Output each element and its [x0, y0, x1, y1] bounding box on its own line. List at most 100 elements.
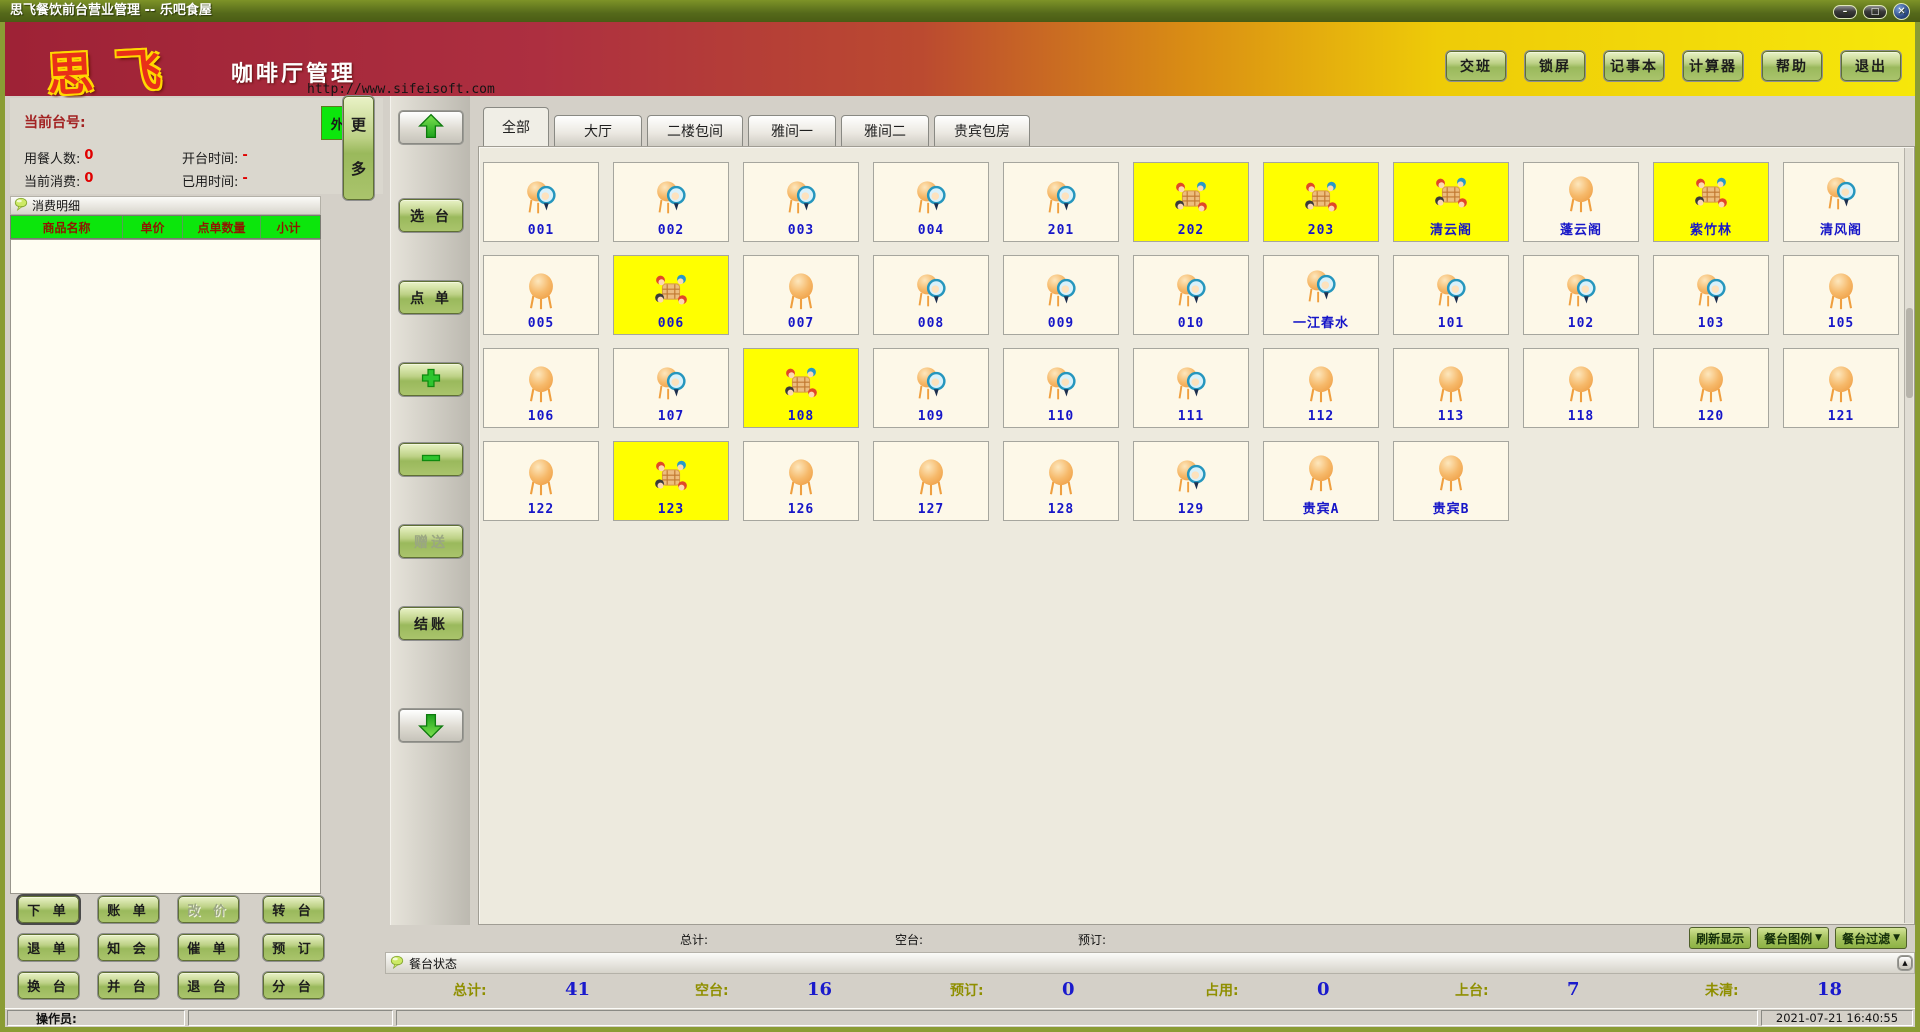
table-cell-24[interactable]: 108 — [743, 348, 859, 428]
table-legend-dropdown[interactable]: 餐台图例▼ — [1757, 927, 1829, 949]
table-cell-1[interactable]: 002 — [613, 162, 729, 242]
close-button[interactable]: ✕ — [1893, 3, 1910, 20]
change-price-button[interactable]: 改 价 — [178, 896, 239, 923]
tab-room-one[interactable]: 雅间一 — [748, 115, 836, 146]
table-cell-23[interactable]: 107 — [613, 348, 729, 428]
table-cell-21[interactable]: 105 — [1783, 255, 1899, 335]
table-cell-2[interactable]: 003 — [743, 162, 859, 242]
table-cell-40[interactable]: 贵宾B — [1393, 441, 1509, 521]
subtract-button[interactable] — [399, 443, 463, 476]
merge-table-button[interactable]: 并 台 — [98, 972, 159, 999]
tab-room-two[interactable]: 雅间二 — [841, 115, 929, 146]
table-filter-dropdown[interactable]: 餐台过滤▼ — [1835, 927, 1907, 949]
table-cell-label: 紫竹林 — [1690, 219, 1732, 238]
table-cell-label: 120 — [1698, 409, 1724, 424]
table-cell-27[interactable]: 111 — [1133, 348, 1249, 428]
table-cell-11[interactable]: 005 — [483, 255, 599, 335]
cancel-order-button[interactable]: 退 单 — [18, 934, 79, 961]
table-cell-28[interactable]: 112 — [1263, 348, 1379, 428]
table-cell-3[interactable]: 004 — [873, 162, 989, 242]
tab-vip-rooms[interactable]: 贵宾包房 — [934, 115, 1030, 146]
place-order-button[interactable]: 下 单 — [18, 896, 79, 923]
table-icon-uncleared — [650, 175, 692, 223]
tab-all[interactable]: 全部 — [483, 107, 549, 146]
table-icon-seated — [1300, 175, 1342, 223]
order-list-area[interactable] — [10, 239, 321, 894]
help-button[interactable]: 帮助 — [1762, 51, 1822, 81]
bill-button[interactable]: 账 单 — [98, 896, 159, 923]
refresh-display-button[interactable]: 刷新显示 — [1689, 927, 1751, 949]
scrollbar-thumb[interactable] — [1906, 308, 1913, 398]
table-cell-0[interactable]: 001 — [483, 162, 599, 242]
table-cell-19[interactable]: 102 — [1523, 255, 1639, 335]
table-cell-14[interactable]: 008 — [873, 255, 989, 335]
table-cell-20[interactable]: 103 — [1653, 255, 1769, 335]
scroll-down-button[interactable] — [399, 709, 463, 742]
maximize-button[interactable]: □ — [1863, 5, 1887, 19]
select-table-button[interactable]: 选 台 — [399, 199, 463, 232]
scroll-up-button[interactable] — [399, 111, 463, 144]
table-cell-label: 127 — [918, 502, 944, 517]
reserve-button[interactable]: 预 订 — [263, 934, 324, 961]
exit-button[interactable]: 退出 — [1841, 51, 1901, 81]
calculator-button[interactable]: 计算器 — [1683, 51, 1743, 81]
table-cell-30[interactable]: 118 — [1523, 348, 1639, 428]
tab-hall[interactable]: 大厅 — [554, 115, 642, 146]
split-table-button[interactable]: 分 台 — [263, 972, 324, 999]
order-dish-button[interactable]: 点 单 — [399, 281, 463, 314]
table-cell-35[interactable]: 126 — [743, 441, 859, 521]
switch-table-button[interactable]: 换 台 — [18, 972, 79, 999]
shift-change-button[interactable]: 交班 — [1446, 51, 1506, 81]
notepad-button[interactable]: 记事本 — [1604, 51, 1664, 81]
table-cell-36[interactable]: 127 — [873, 441, 989, 521]
table-cell-label: 203 — [1308, 223, 1334, 238]
table-cell-39[interactable]: 贵宾A — [1263, 441, 1379, 521]
tab-second-floor-rooms[interactable]: 二楼包间 — [647, 115, 743, 146]
gift-button[interactable]: 赠送 — [399, 525, 463, 558]
table-cell-34[interactable]: 123 — [613, 441, 729, 521]
table-icon-free — [520, 268, 562, 316]
table-cell-17[interactable]: 一江春水 — [1263, 255, 1379, 335]
table-icon-free — [520, 361, 562, 409]
table-cell-22[interactable]: 106 — [483, 348, 599, 428]
table-icon-uncleared — [1040, 361, 1082, 409]
table-cell-18[interactable]: 101 — [1393, 255, 1509, 335]
lock-screen-button[interactable]: 锁屏 — [1525, 51, 1585, 81]
table-cell-8[interactable]: 蓬云阁 — [1523, 162, 1639, 242]
table-cell-label: 102 — [1568, 316, 1594, 331]
table-cell-6[interactable]: 203 — [1263, 162, 1379, 242]
table-cell-33[interactable]: 122 — [483, 441, 599, 521]
transfer-table-button[interactable]: 转 台 — [263, 896, 324, 923]
table-cell-25[interactable]: 109 — [873, 348, 989, 428]
open-time-label: 开台时间: — [182, 148, 238, 167]
mini-scroll-up-button[interactable]: ▲ — [1898, 956, 1912, 970]
table-cell-16[interactable]: 010 — [1133, 255, 1249, 335]
urge-order-button[interactable]: 催 单 — [178, 934, 239, 961]
table-cell-9[interactable]: 紫竹林 — [1653, 162, 1769, 242]
table-grid-scrollbar[interactable] — [1904, 148, 1913, 923]
table-cell-5[interactable]: 202 — [1133, 162, 1249, 242]
table-cell-4[interactable]: 201 — [1003, 162, 1119, 242]
window-title: 思飞餐饮前台营业管理 -- 乐吧食屋 — [10, 3, 212, 18]
minimize-button[interactable]: – — [1833, 5, 1857, 19]
stat-seated-value: 7 — [1567, 979, 1580, 1000]
close-table-button[interactable]: 退 台 — [178, 972, 239, 999]
table-cell-7[interactable]: 清云阁 — [1393, 162, 1509, 242]
notify-button[interactable]: 知 会 — [98, 934, 159, 961]
checkout-button[interactable]: 结账 — [399, 607, 463, 640]
more-button[interactable]: 更多 — [343, 96, 374, 200]
table-cell-13[interactable]: 007 — [743, 255, 859, 335]
table-cell-15[interactable]: 009 — [1003, 255, 1119, 335]
table-icon-free — [1430, 361, 1472, 409]
table-cell-31[interactable]: 120 — [1653, 348, 1769, 428]
table-icon-uncleared — [1170, 454, 1212, 502]
table-cell-12[interactable]: 006 — [613, 255, 729, 335]
table-cell-26[interactable]: 110 — [1003, 348, 1119, 428]
table-cell-38[interactable]: 129 — [1133, 441, 1249, 521]
table-cell-32[interactable]: 121 — [1783, 348, 1899, 428]
add-button[interactable] — [399, 363, 463, 396]
table-cell-10[interactable]: 清风阁 — [1783, 162, 1899, 242]
table-cell-29[interactable]: 113 — [1393, 348, 1509, 428]
minus-icon — [420, 447, 442, 473]
table-cell-37[interactable]: 128 — [1003, 441, 1119, 521]
